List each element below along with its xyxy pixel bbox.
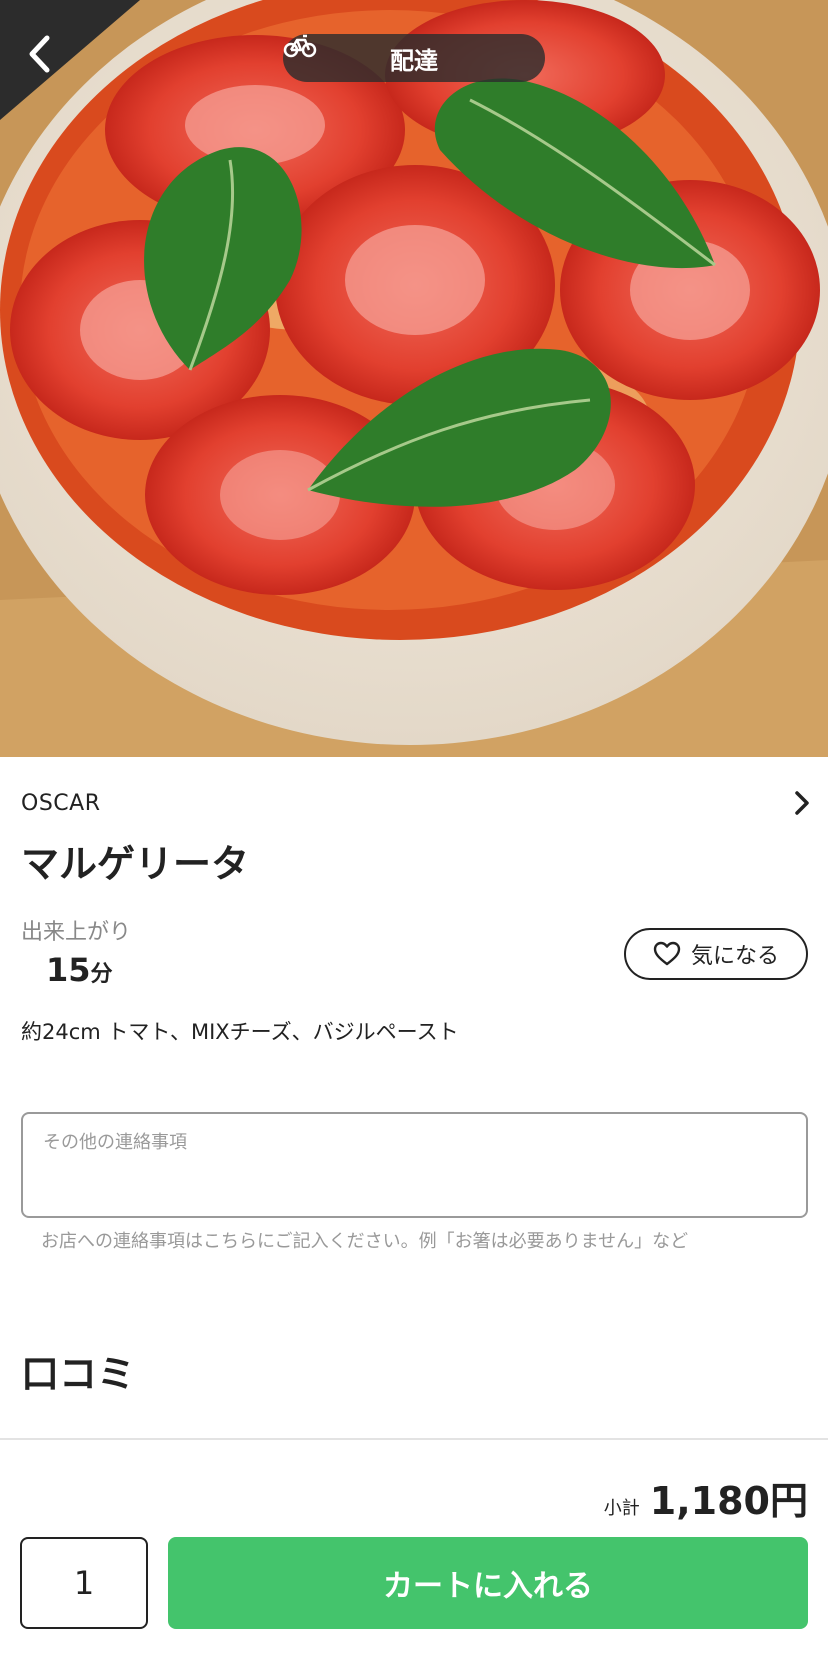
- footer-divider: [0, 1438, 828, 1440]
- back-button[interactable]: [26, 34, 66, 82]
- pizza-illustration: [0, 0, 828, 757]
- subtotal: 小計 1,180円: [604, 1470, 808, 1525]
- favorite-button[interactable]: 気になる: [624, 928, 808, 980]
- order-note-hint: お店への連絡事項はこちらにご記入ください。例「お箸は必要ありません」など: [41, 1231, 689, 1252]
- prep-time-number: 15: [46, 951, 91, 989]
- shop-name: OSCAR: [21, 790, 101, 816]
- delivery-mode-badge[interactable]: 配達: [283, 34, 545, 82]
- reviews-heading: 口コミ: [21, 1352, 136, 1396]
- prep-time-value: 15分: [46, 951, 113, 989]
- bicycle-icon: [283, 34, 317, 58]
- subtotal-label: 小計: [603, 1498, 640, 1519]
- product-photo: 配達: [0, 0, 828, 757]
- shop-link[interactable]: OSCAR: [21, 787, 811, 819]
- order-note-input[interactable]: [21, 1112, 808, 1218]
- delivery-mode-label: 配達: [390, 46, 438, 75]
- add-to-cart-button[interactable]: カートに入れる: [168, 1537, 808, 1629]
- prep-time-unit: 分: [90, 962, 113, 987]
- favorite-label: 気になる: [690, 944, 779, 969]
- product-title: マルゲリータ: [21, 842, 250, 886]
- quantity-selector[interactable]: 1: [20, 1537, 148, 1629]
- heart-icon: [653, 941, 681, 966]
- product-detail-page: 配達 OSCAR マルゲリータ 出来上がり 15分 気になる 約24cm トマト…: [0, 0, 828, 1655]
- chevron-left-icon: [29, 35, 50, 73]
- product-description: 約24cm トマト、MIXチーズ、バジルペースト: [21, 1020, 459, 1044]
- chevron-right-icon: [795, 791, 809, 815]
- subtotal-value: 1,180円: [649, 1479, 808, 1523]
- prep-time-label: 出来上がり: [21, 920, 132, 945]
